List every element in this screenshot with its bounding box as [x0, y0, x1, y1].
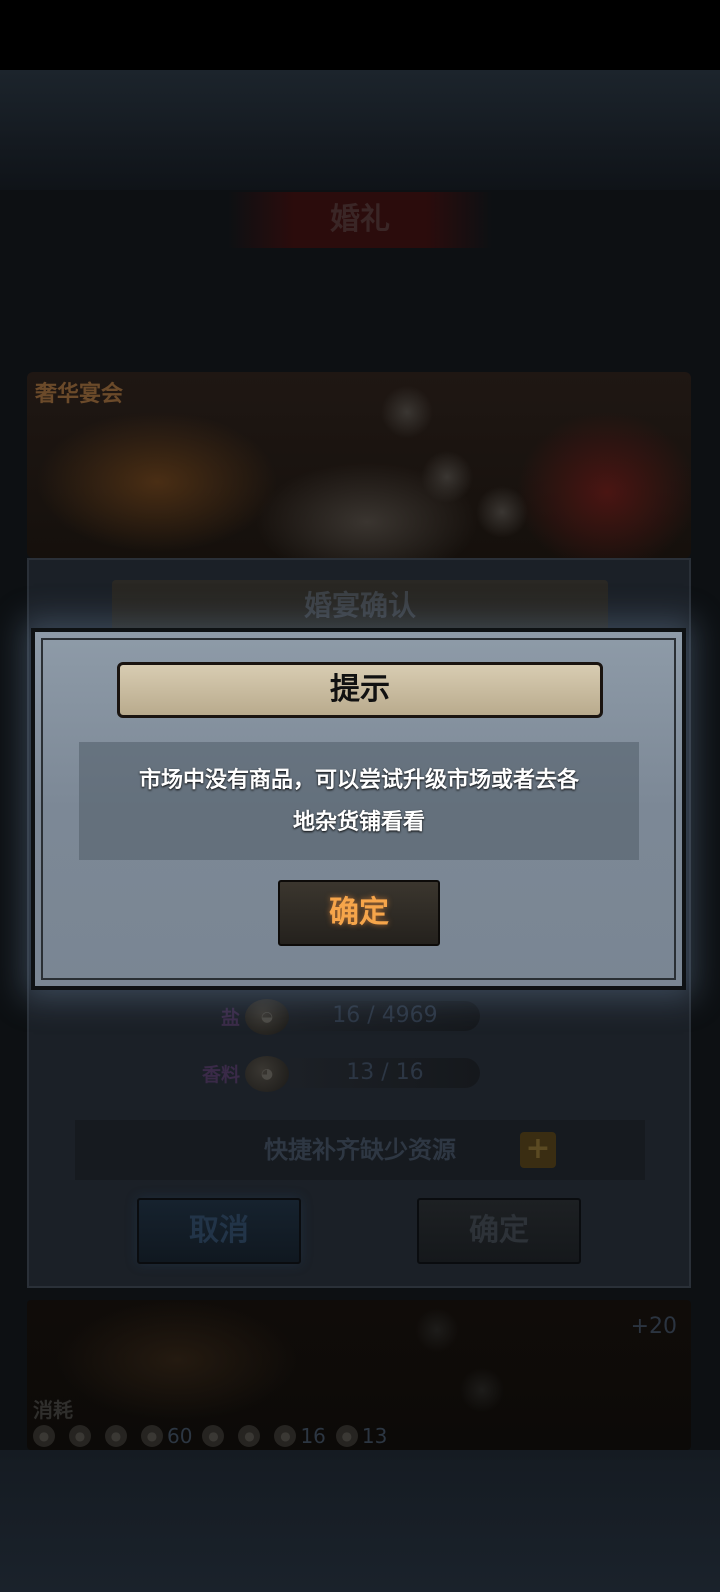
banner-title: 奢华宴会	[35, 382, 124, 407]
dialog-message: 市场中没有商品，可以尝试升级市场或者去各 地杂货铺看看	[79, 760, 639, 844]
cost-item: ● 60	[141, 1424, 192, 1448]
cost-item: ●	[33, 1424, 59, 1448]
bread-icon: ●	[202, 1425, 225, 1447]
scene-title: 婚礼	[228, 192, 492, 248]
resource-row-salt: 盐 ◒ 16 / 4969	[0, 997, 720, 1037]
feast-preview: +20 消耗 ● ● ● ● 60 ● ● ● 16 ● 13	[27, 1300, 691, 1450]
meat-icon: ●	[69, 1425, 91, 1447]
panel-confirm-button[interactable]: 确定	[417, 1198, 581, 1264]
resource-label: 盐	[220, 1007, 240, 1029]
reward-amount: +20	[630, 1314, 677, 1339]
dialog-message-box: 市场中没有商品，可以尝试升级市场或者去各 地杂货铺看看	[79, 742, 639, 860]
cost-item: ●	[69, 1424, 95, 1448]
cost-list: ● ● ● ● 60 ● ● ● 16 ● 13	[33, 1424, 387, 1448]
feast-banner-image: 奢华宴会	[27, 372, 691, 558]
food-icon: ●	[33, 1425, 55, 1447]
cost-label: 消耗	[33, 1398, 73, 1422]
dialog-title: 提示	[117, 662, 603, 718]
wine-icon: ●	[105, 1425, 127, 1447]
hint-dialog: 提示 市场中没有商品，可以尝试升级市场或者去各 地杂货铺看看 确定	[31, 628, 686, 990]
cost-value: 13	[361, 1424, 388, 1448]
plus-icon[interactable]: +	[520, 1132, 556, 1168]
resource-row-spice: 香料 ◕ 13 / 16	[0, 1054, 720, 1094]
panel-header: 婚宴确认	[112, 580, 608, 632]
cost-item: ● 16	[274, 1424, 326, 1448]
dialog-ok-button[interactable]: 确定	[278, 880, 440, 946]
resource-label: 香料	[201, 1064, 240, 1086]
cancel-button[interactable]: 取消	[137, 1198, 301, 1264]
dialog-message-line-1: 市场中没有商品，可以尝试升级市场或者去各	[138, 768, 579, 793]
cost-item: ●	[238, 1424, 264, 1448]
dialog-message-line-2: 地杂货铺看看	[292, 810, 425, 835]
salt-icon: ●	[274, 1425, 297, 1447]
salt-pile-icon: ◒	[245, 999, 289, 1035]
fish-icon: ●	[141, 1425, 163, 1447]
background-lower	[0, 1450, 720, 1592]
cost-item: ●	[202, 1424, 228, 1448]
cost-value: 16	[300, 1424, 326, 1448]
resource-value: 16 / 4969	[290, 1001, 480, 1031]
status-bar	[0, 0, 720, 70]
game-screen: 婚礼 奢华宴会 婚宴确认 盐 ◒ 16 / 4969 香料 ◕ 13 / 16 …	[0, 0, 720, 1592]
dessert-icon: ●	[238, 1425, 261, 1447]
resource-value: 13 / 16	[290, 1058, 480, 1088]
spice-sack-icon: ◕	[245, 1056, 289, 1092]
cost-item: ●	[105, 1424, 131, 1448]
quick-fill-button[interactable]: 快捷补齐缺少资源	[75, 1120, 645, 1180]
cost-value: 60	[167, 1424, 193, 1448]
background-upper	[0, 70, 720, 190]
cost-item: ● 13	[335, 1424, 388, 1448]
spice-icon: ●	[335, 1425, 358, 1447]
